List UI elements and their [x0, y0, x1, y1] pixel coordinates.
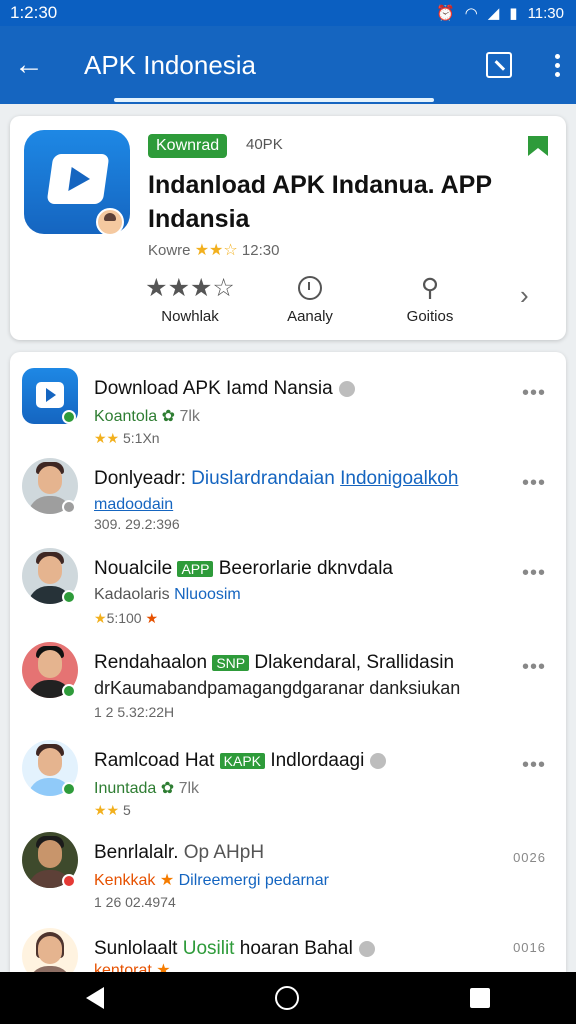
- more-options-icon[interactable]: [552, 53, 562, 77]
- item-title: Sunlolaalt Uosilit hoaran Bahal: [94, 938, 375, 960]
- verified-dot-icon: [62, 410, 76, 424]
- user-avatar: [22, 928, 78, 972]
- item-subtitle: kentorat ★: [94, 962, 171, 972]
- item-title: Ramlcoad Hat KAPK Indlordaagi: [94, 750, 387, 772]
- item-title: Rendahaalon SNP Dlakendaral, Srallidasin: [94, 652, 455, 673]
- item-meta: ★★ 5: [94, 802, 131, 818]
- item-meta: 1 2 5.32:22H: [94, 704, 175, 720]
- status-time-left: 1:2:30: [10, 3, 58, 22]
- item-subtitle: Koantola ✿ 7lk: [94, 408, 200, 425]
- chevron-right-icon[interactable]: ›: [520, 280, 529, 311]
- stat-analytics-label: Aanaly: [287, 308, 333, 325]
- nav-back-icon[interactable]: [85, 987, 104, 1009]
- system-nav-bar: [0, 972, 576, 1024]
- stat-options-label: Goitios: [406, 308, 454, 325]
- more-label[interactable]: 0026: [513, 850, 546, 865]
- item-title: Donlyeadr: Diuslardrandaian Indonigoalko…: [94, 468, 459, 489]
- clock-icon: [298, 276, 322, 300]
- stat-options[interactable]: ⚲ Goitios: [370, 272, 490, 325]
- options-icon: ⚲: [420, 274, 440, 302]
- list-item[interactable]: Rendahaalon SNP Dlakendaral, Srallidasin…: [10, 632, 566, 722]
- meta-stars: ★★☆: [194, 242, 238, 259]
- list-item[interactable]: Download APK Iamd Nansia Koantola ✿ 7lk …: [10, 358, 566, 448]
- battery-icon: ▮: [509, 5, 518, 22]
- app-bar: ← APK Indonesia: [0, 26, 576, 104]
- list-item[interactable]: Donlyeadr: Diuslardrandaian Indonigoalko…: [10, 448, 566, 538]
- item-meta: ★5:100 ★: [94, 610, 159, 626]
- list-item[interactable]: Ramlcoad Hat KAPK Indlordaagi Inuntada ✿…: [10, 730, 566, 820]
- tab-indicator: [114, 98, 434, 102]
- item-subtitle: Kadaolaris Nluoosim: [94, 586, 241, 603]
- signal-icon: ◢: [487, 5, 500, 22]
- status-time-right: 11:30: [527, 4, 564, 22]
- stat-analytics[interactable]: Aanaly: [250, 272, 370, 325]
- meta-label: Kowre: [148, 242, 191, 259]
- list-item[interactable]: Benrlalalr. Op AHpH Kenkkak ★ Dilreemerg…: [10, 822, 566, 912]
- page-title: APK Indonesia: [84, 49, 257, 80]
- item-title: Noualcile APP Beerorlarie dknvdala: [94, 558, 393, 579]
- item-subtitle: Inuntada ✿ 7lk: [94, 780, 200, 797]
- status-dot-icon: [62, 874, 76, 888]
- item-title: Download APK Iamd Nansia: [94, 378, 355, 400]
- more-icon[interactable]: •••: [522, 472, 546, 495]
- verified-dot-icon: [62, 590, 76, 604]
- bookmark-icon[interactable]: [528, 136, 548, 156]
- download-badge[interactable]: Kownrad: [148, 134, 228, 158]
- rating-stars-icon: ★★★☆: [145, 274, 235, 302]
- alarm-icon: ⏰: [435, 5, 455, 22]
- open-external-icon[interactable]: [486, 52, 512, 78]
- item-title: Benrlalalr. Op AHpH: [94, 842, 265, 863]
- back-arrow-icon[interactable]: ←: [14, 50, 60, 80]
- app-title: Indanload APK Indanua. APP Indansia: [148, 171, 492, 233]
- apk-list: Download APK Iamd Nansia Koantola ✿ 7lk …: [10, 352, 566, 972]
- item-meta: 1 26 02.4974: [94, 894, 176, 910]
- list-item[interactable]: Noualcile APP Beerorlarie dknvdala Kadao…: [10, 538, 566, 628]
- more-label[interactable]: 0016: [513, 940, 546, 955]
- item-subtitle: Kenkkak ★ Dilreemergi pedarnar: [94, 872, 329, 889]
- badge-sub-label: 40PK: [246, 136, 283, 153]
- verified-icon: [338, 380, 355, 397]
- item-subtitle: drKaumabandpamagangdgaranar danksiukan: [94, 678, 461, 698]
- item-meta: 309. 29.2:396: [94, 516, 180, 532]
- item-subtitle: madoodain: [94, 496, 174, 513]
- more-icon[interactable]: •••: [522, 562, 546, 585]
- developer-avatar: [96, 208, 124, 236]
- more-icon[interactable]: •••: [522, 656, 546, 679]
- more-icon[interactable]: •••: [522, 754, 546, 777]
- appbar-actions: [486, 52, 562, 78]
- more-icon[interactable]: •••: [522, 382, 546, 405]
- app-stats: ★★★☆ Nowhlak Aanaly ⚲ Goitios ›: [130, 272, 550, 325]
- verified-dot-icon: [62, 684, 76, 698]
- verified-dot-icon: [62, 782, 76, 796]
- stat-rating[interactable]: ★★★☆ Nowhlak: [130, 272, 250, 325]
- status-bar: 1:2:30 ⏰ ◠ ◢ ▮ 11:30: [0, 0, 576, 26]
- wifi-icon: ◠: [464, 5, 478, 22]
- list-item[interactable]: Sunlolaalt Uosilit hoaran Bahal kentorat…: [10, 918, 566, 972]
- status-icons: ⏰ ◠ ◢ ▮ 11:30: [435, 4, 564, 23]
- meta-count: 12:30: [241, 242, 280, 259]
- item-meta: ★★ 5:1Xn: [94, 430, 160, 446]
- verified-icon: [358, 940, 375, 957]
- nav-recents-icon[interactable]: [470, 988, 491, 1008]
- stat-rating-label: Nowhlak: [161, 308, 219, 325]
- verified-icon: [370, 752, 387, 769]
- app-header-card[interactable]: Kownrad 40PK Indanload APK Indanua. APP …: [10, 116, 566, 340]
- app-meta: Kowre ★★☆ 12:30: [148, 240, 279, 260]
- status-dot-icon: [62, 500, 76, 514]
- nav-home-icon[interactable]: [274, 986, 299, 1010]
